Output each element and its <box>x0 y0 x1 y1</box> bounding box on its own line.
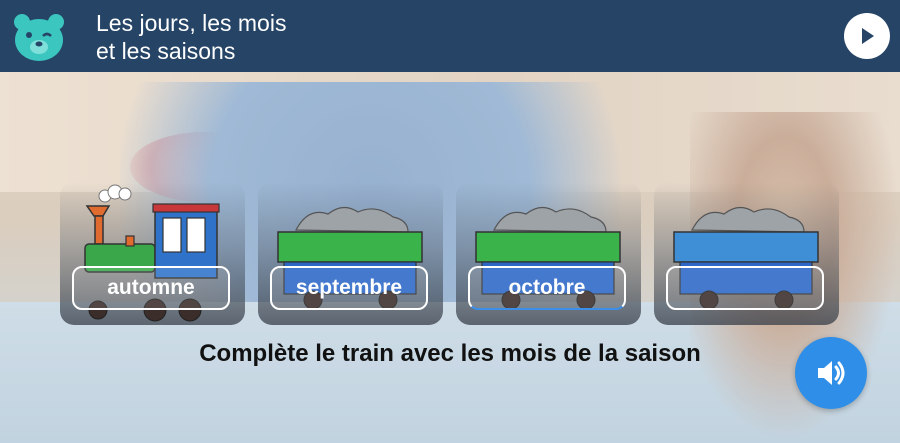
play-icon <box>862 28 874 44</box>
bear-icon[interactable] <box>12 12 66 62</box>
train-slot-wagon-1[interactable]: septembre <box>270 266 428 310</box>
train-slot-locomotive[interactable]: automne <box>72 266 230 310</box>
header-bar: Les jours, les mois et les saisons <box>0 0 900 72</box>
train-wagon-card-2: octobre <box>456 182 641 325</box>
title-line-1: Les jours, les mois <box>96 10 287 36</box>
speaker-icon <box>818 361 845 385</box>
audio-button[interactable] <box>795 337 867 409</box>
train-slot-wagon-3[interactable] <box>666 266 824 310</box>
instruction-text: Complète le train avec les mois de la sa… <box>199 340 701 367</box>
train-locomotive-card: automne <box>60 182 245 325</box>
train-wagon-card-1: septembre <box>258 182 443 325</box>
play-button[interactable] <box>844 13 890 59</box>
train-slot-wagon-2[interactable]: octobre <box>468 266 626 310</box>
train-wagon-card-3 <box>654 182 839 325</box>
page-title: Les jours, les mois et les saisons <box>96 9 286 65</box>
title-line-2: et les saisons <box>96 38 236 64</box>
